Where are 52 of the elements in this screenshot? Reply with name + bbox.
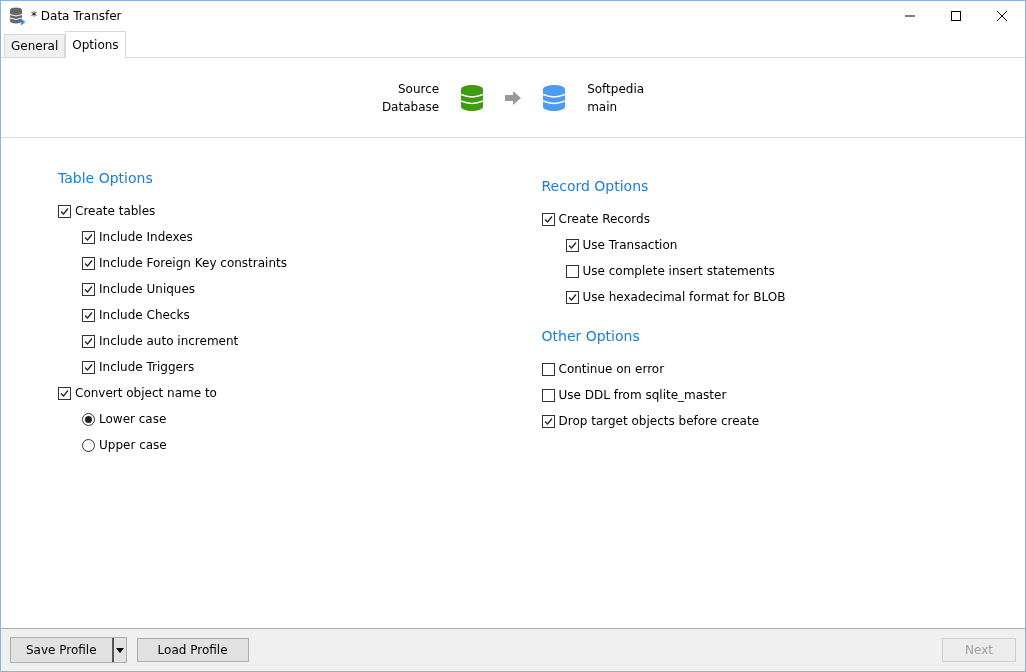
window-title: * Data Transfer — [31, 9, 122, 23]
option-label: Upper case — [99, 438, 167, 452]
checkbox[interactable] — [541, 388, 555, 402]
checkbox[interactable] — [82, 282, 95, 296]
target-label: main — [587, 98, 619, 116]
checkbox[interactable] — [82, 230, 95, 244]
option-label: Include auto increment — [99, 334, 239, 348]
save-profile-split-button[interactable]: Save Profile — [10, 637, 127, 663]
source-label: Database — [381, 98, 440, 116]
option-label: Include Triggers — [99, 360, 195, 374]
checkbox[interactable] — [58, 386, 71, 400]
option-label: Use hexadecimal format for BLOB — [582, 290, 786, 304]
checkbox[interactable] — [541, 212, 555, 226]
option-label: Drop target objects before create — [558, 414, 760, 428]
target-label: Softpedia — [587, 80, 645, 98]
load-profile-button[interactable]: Load Profile — [136, 638, 249, 662]
option-label: Create tables — [75, 204, 156, 218]
section-heading: Record Options — [541, 178, 650, 196]
tab[interactable]: Options — [65, 31, 126, 58]
option-label: Convert object name to — [75, 386, 217, 400]
option-label: Create Records — [558, 212, 650, 226]
checkbox[interactable] — [565, 238, 579, 252]
database-icon — [543, 84, 566, 111]
section-heading: Other Options — [541, 328, 641, 346]
option-label: Use DDL from sqlite_master — [558, 388, 727, 402]
option-label: Use Transaction — [582, 238, 678, 252]
checkbox[interactable] — [565, 290, 579, 304]
checkbox[interactable] — [58, 204, 71, 218]
checkbox[interactable] — [82, 308, 95, 322]
database-icon — [461, 84, 484, 111]
option-label: Include Uniques — [99, 282, 196, 296]
maximize-icon[interactable] — [951, 11, 961, 21]
checkbox[interactable] — [82, 334, 95, 348]
option-label: Lower case — [99, 412, 167, 426]
checkbox[interactable] — [82, 256, 95, 270]
arrow-icon — [505, 90, 522, 105]
close-icon[interactable] — [997, 11, 1007, 21]
tab[interactable]: General — [4, 34, 66, 57]
option-label: Include Foreign Key constraints — [99, 256, 287, 270]
radio-button[interactable] — [82, 412, 95, 426]
checkbox[interactable] — [541, 414, 555, 428]
option-label: Use complete insert statements — [582, 264, 775, 278]
option-label: Include Checks — [99, 308, 190, 322]
radio-button[interactable] — [82, 438, 95, 452]
app-database-icon — [9, 7, 25, 25]
option-label: Include Indexes — [99, 230, 193, 244]
checkbox[interactable] — [541, 362, 555, 376]
section-heading: Table Options — [58, 170, 154, 188]
checkbox[interactable] — [565, 264, 579, 278]
option-label: Continue on error — [558, 362, 665, 376]
checkbox[interactable] — [82, 360, 95, 374]
source-label: Source — [396, 80, 440, 98]
